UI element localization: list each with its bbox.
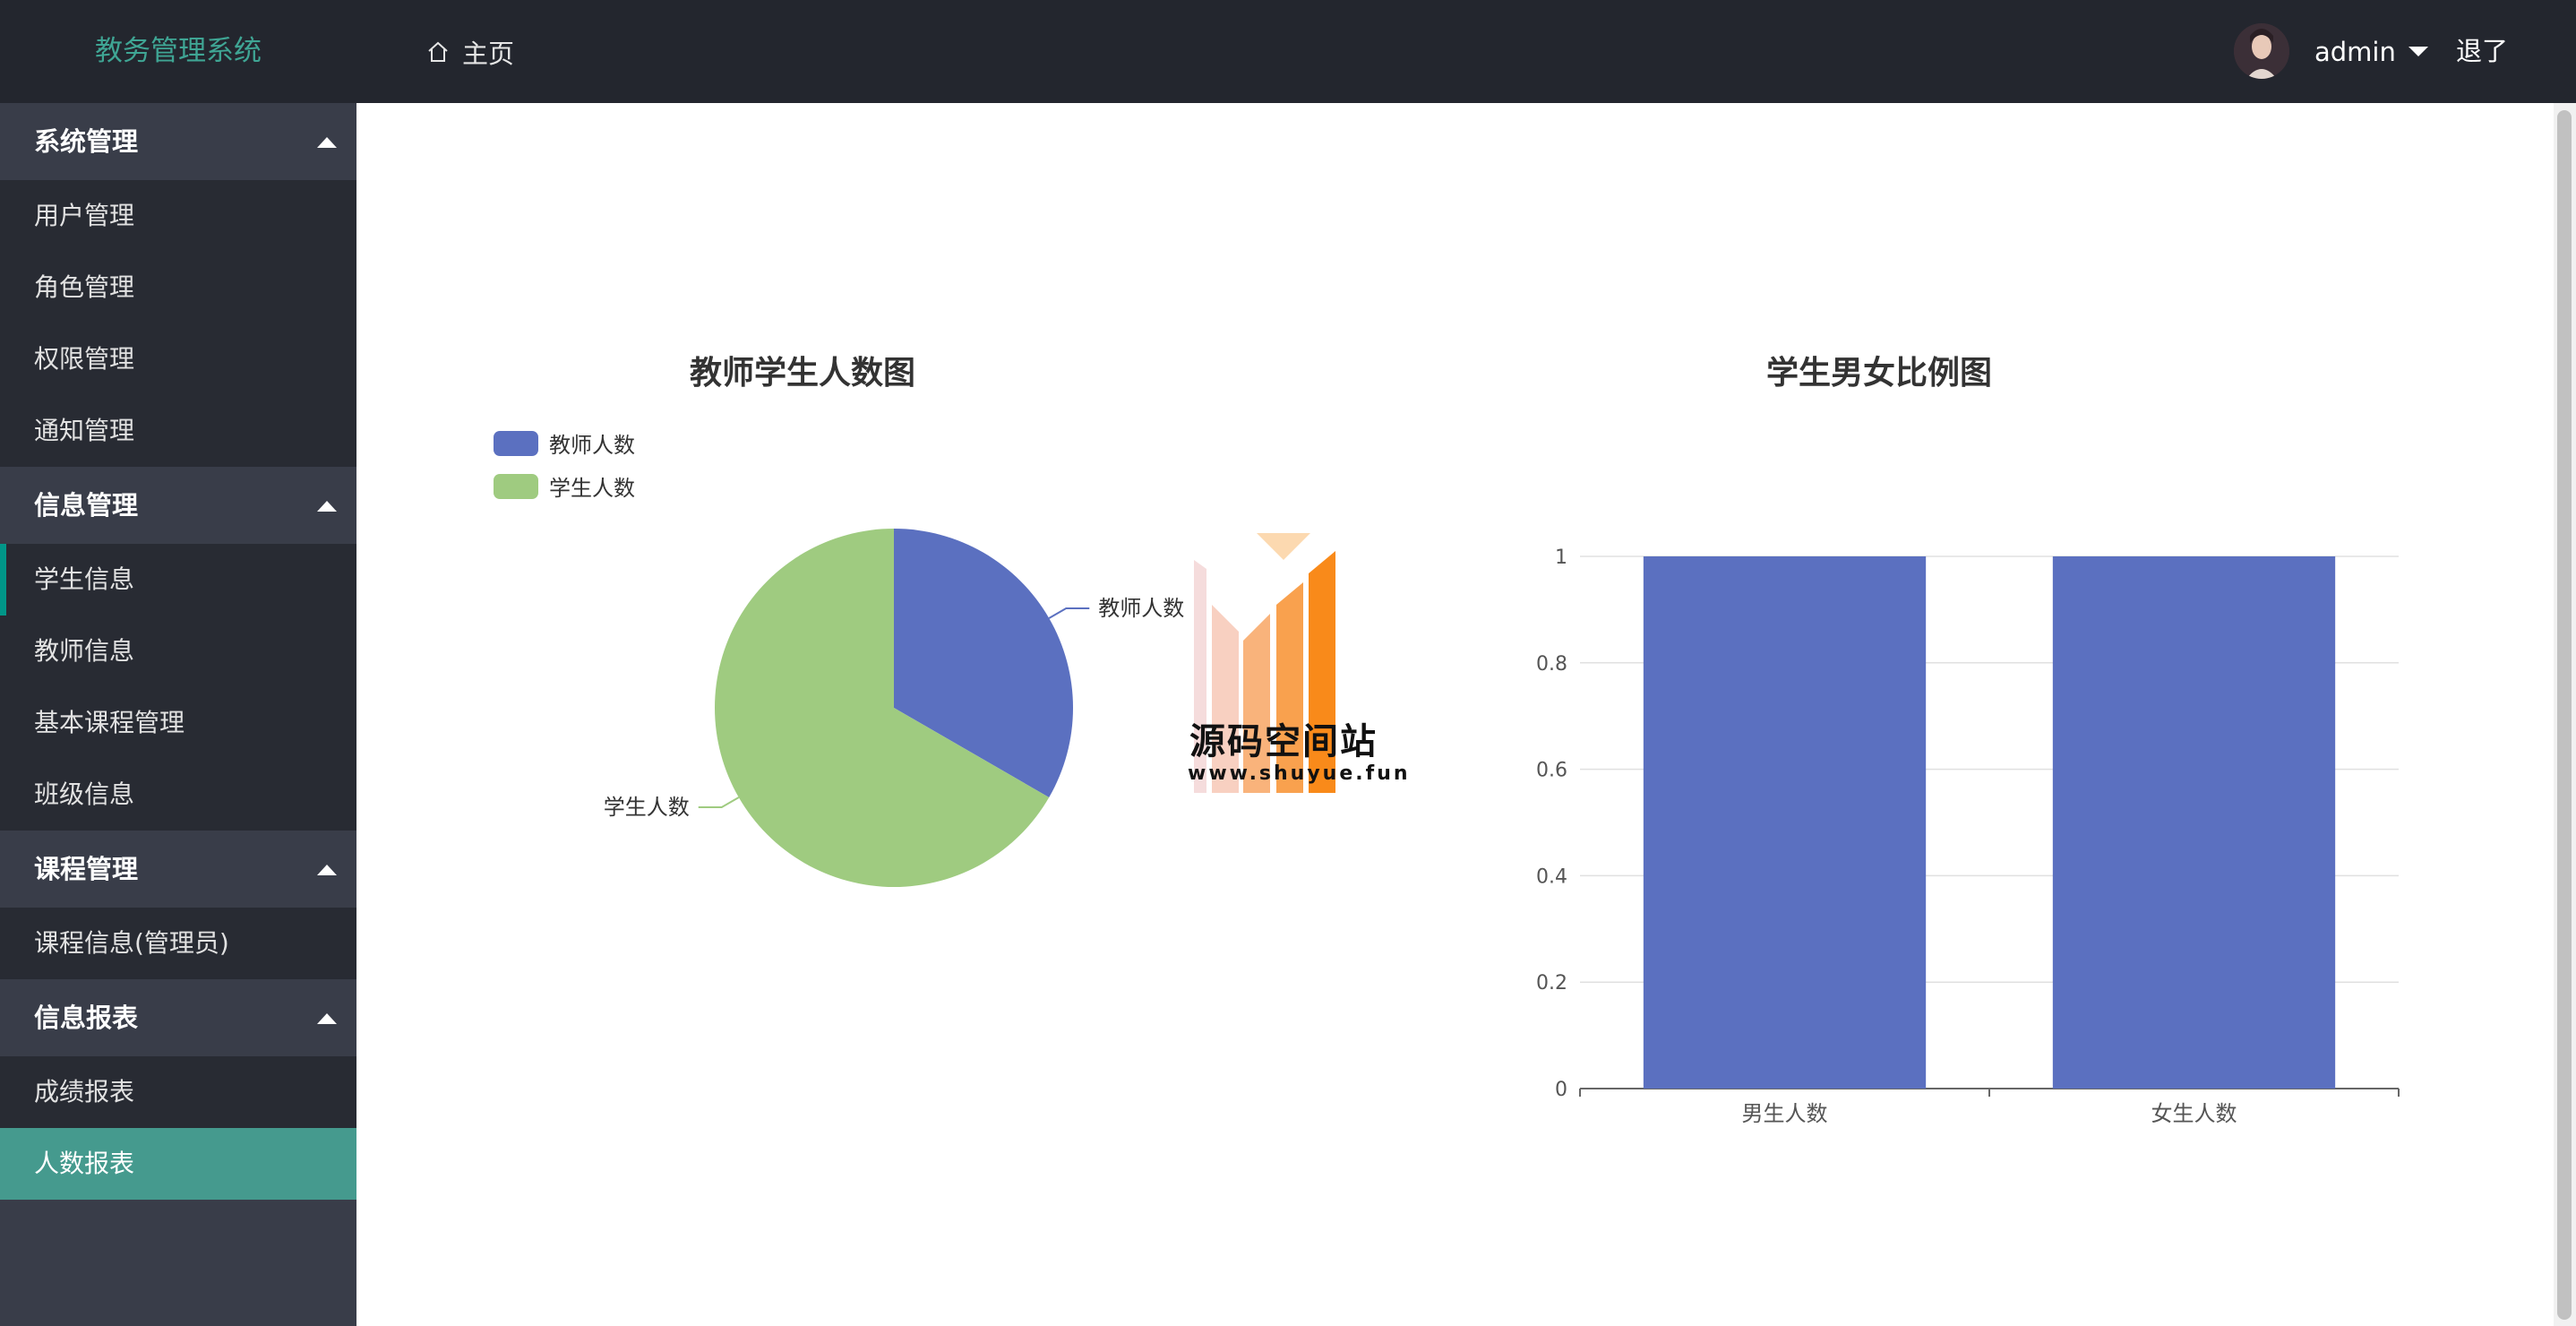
chevron-up-icon <box>317 1013 337 1024</box>
y-tick-label: 0.6 <box>1536 760 1567 782</box>
home-link[interactable]: 主页 <box>426 0 514 103</box>
chevron-up-icon <box>317 501 337 512</box>
user-name: admin <box>2314 36 2396 67</box>
y-tick-label: 0.4 <box>1536 865 1567 888</box>
sidebar-item-roles[interactable]: 角色管理 <box>0 252 356 323</box>
sidebar: 系统管理 用户管理 角色管理 权限管理 通知管理 信息管理 学生信息 教师信息 … <box>0 103 356 1326</box>
app-logo-title[interactable]: 教务管理系统 <box>0 0 356 103</box>
home-label: 主页 <box>462 38 515 69</box>
chevron-down-icon <box>2408 47 2428 56</box>
sidebar-item-classes[interactable]: 班级信息 <box>0 759 356 831</box>
sidebar-group-label: 信息报表 <box>34 1003 139 1033</box>
sidebar-item-students[interactable]: 学生信息 <box>0 544 356 616</box>
sidebar-item-users[interactable]: 用户管理 <box>0 180 356 252</box>
y-tick-label: 0 <box>1555 1079 1567 1101</box>
pie-slice-label: 教师人数 <box>1098 596 1184 621</box>
bar-chart-title: 学生男女比例图 <box>1765 355 1992 392</box>
sidebar-item-course-admin[interactable]: 课程信息(管理员) <box>0 908 356 979</box>
sidebar-item-headcount-report[interactable]: 人数报表 <box>0 1128 356 1200</box>
vertical-scrollbar[interactable] <box>2554 103 2576 1326</box>
sidebar-item-score-report[interactable]: 成绩报表 <box>0 1056 356 1128</box>
chevron-up-icon <box>317 137 337 148</box>
sidebar-group-system[interactable]: 系统管理 <box>0 103 356 180</box>
sidebar-submenu-course: 课程信息(管理员) <box>0 908 356 979</box>
pie-label-line <box>1048 607 1090 619</box>
bar[interactable] <box>2052 556 2336 1089</box>
logout-link[interactable]: 退了 <box>2456 0 2508 103</box>
sidebar-group-info[interactable]: 信息管理 <box>0 467 356 544</box>
sidebar-submenu-report: 成绩报表 人数报表 <box>0 1056 356 1200</box>
sidebar-item-notices[interactable]: 通知管理 <box>0 395 356 467</box>
x-tick-label: 女生人数 <box>2151 1101 2237 1126</box>
sidebar-item-permissions[interactable]: 权限管理 <box>0 323 356 395</box>
sidebar-group-label: 课程管理 <box>34 854 139 884</box>
sidebar-submenu-system: 用户管理 角色管理 权限管理 通知管理 <box>0 180 356 467</box>
sidebar-group-label: 系统管理 <box>34 126 139 157</box>
watermark-title: 源码空间站 <box>1189 721 1378 762</box>
y-tick-label: 0.8 <box>1536 653 1567 676</box>
y-tick-label: 1 <box>1555 547 1567 569</box>
pie-label-line <box>698 796 740 808</box>
main-content: 教师学生人数图 教师人数 学生人数 教师人数 学生人数 源码空间站 www.shu… <box>356 103 2554 1326</box>
sidebar-group-label: 信息管理 <box>34 490 139 521</box>
scrollbar-thumb[interactable] <box>2557 110 2572 1320</box>
pie-slice-label: 学生人数 <box>604 795 690 820</box>
avatar[interactable] <box>2234 23 2289 79</box>
bar[interactable] <box>1643 556 1927 1089</box>
watermark-url: www.shuyue.fun <box>1188 762 1411 785</box>
sidebar-item-courses-basic[interactable]: 基本课程管理 <box>0 687 356 759</box>
home-icon <box>428 41 448 62</box>
bar-chart: 0 0.2 0.4 0.6 0.8 1 男生人数 女生人数 <box>1536 547 2400 1126</box>
y-tick-label: 0.2 <box>1536 972 1567 994</box>
sidebar-group-report[interactable]: 信息报表 <box>0 979 356 1056</box>
sidebar-submenu-info: 学生信息 教师信息 基本课程管理 班级信息 <box>0 544 356 831</box>
sidebar-group-course[interactable]: 课程管理 <box>0 831 356 908</box>
top-navbar: 教务管理系统 主页 admin 退了 <box>0 0 2576 103</box>
sidebar-item-teachers[interactable]: 教师信息 <box>0 616 356 687</box>
x-tick-label: 男生人数 <box>1742 1101 1828 1126</box>
chevron-up-icon <box>317 865 337 875</box>
user-menu[interactable]: admin <box>2314 0 2428 103</box>
